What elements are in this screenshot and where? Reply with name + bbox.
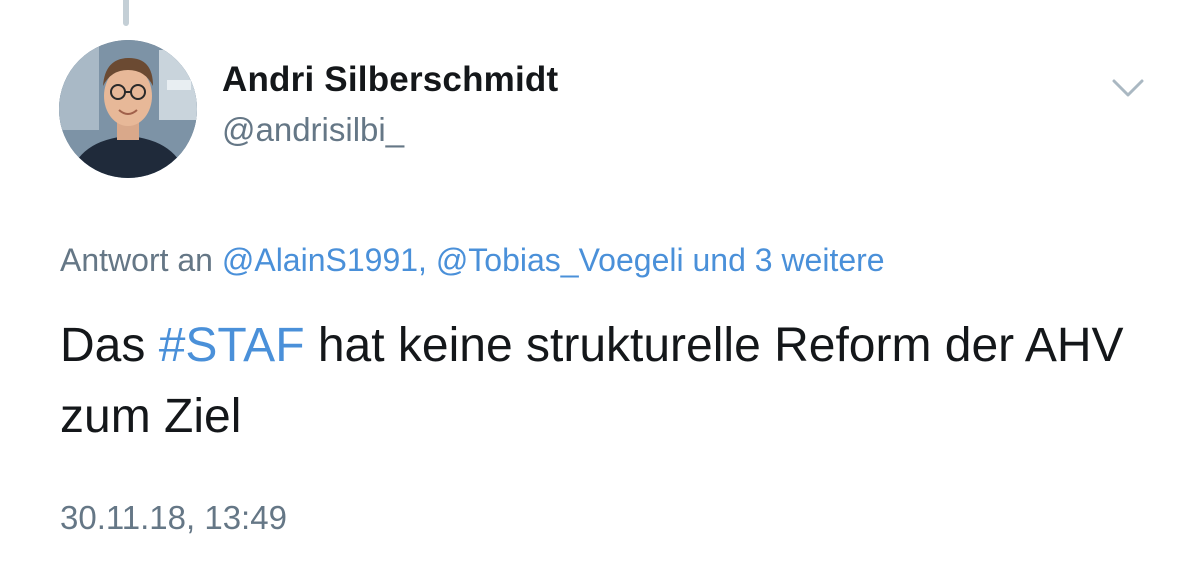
tweet-menu-button[interactable] bbox=[1110, 72, 1146, 102]
tweet-text-before: Das bbox=[60, 319, 146, 372]
tweet-text: Das #STAF hat keine strukturelle Reform … bbox=[60, 310, 1160, 452]
author-block[interactable]: Andri Silberschmidt @andrisilbi_ bbox=[222, 58, 558, 152]
hashtag-link[interactable]: #STAF bbox=[159, 319, 305, 372]
more-mentions-link[interactable]: 3 weitere bbox=[755, 242, 885, 278]
avatar[interactable] bbox=[59, 40, 197, 178]
tweet: Andri Silberschmidt @andrisilbi_ Antwort… bbox=[0, 0, 1200, 562]
reply-prefix: Antwort an bbox=[60, 242, 213, 278]
avatar-image bbox=[59, 40, 197, 178]
mention-link[interactable]: @Tobias_Voegeli bbox=[436, 242, 684, 278]
mention-link[interactable]: @AlainS1991, bbox=[222, 242, 427, 278]
chevron-down-icon bbox=[1112, 79, 1144, 97]
thread-connector-line bbox=[123, 0, 129, 26]
author-display-name[interactable]: Andri Silberschmidt bbox=[222, 58, 558, 102]
tweet-timestamp[interactable]: 30.11.18, 13:49 bbox=[60, 496, 287, 540]
reply-join-word[interactable]: und bbox=[692, 242, 745, 278]
reply-context: Antwort an @AlainS1991, @Tobias_Voegeli … bbox=[60, 238, 885, 282]
author-handle[interactable]: @andrisilbi_ bbox=[222, 108, 558, 152]
